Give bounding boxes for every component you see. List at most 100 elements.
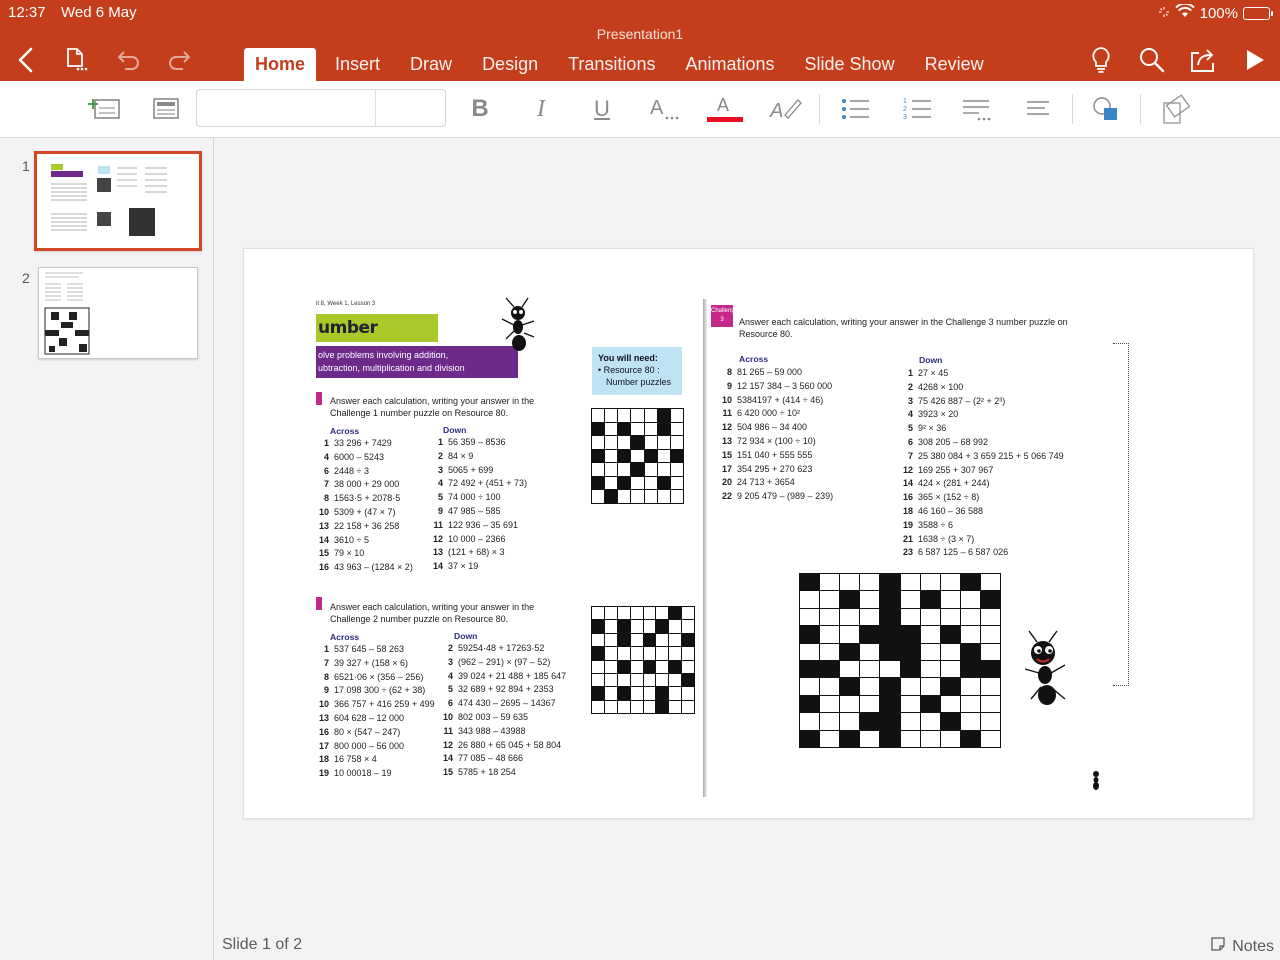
grid-cell xyxy=(604,620,617,633)
grid-cell xyxy=(860,678,880,695)
tab-animations[interactable]: Animations xyxy=(674,48,785,81)
layout-icon[interactable] xyxy=(146,90,186,128)
notes-button[interactable]: Notes xyxy=(1210,936,1274,957)
numbering-icon[interactable]: 123 xyxy=(896,90,936,128)
grid-cell xyxy=(980,608,1000,626)
grid-cell xyxy=(644,436,657,449)
challenge-3-intro: Answer each calculation, writing your an… xyxy=(739,316,1068,340)
grid-cell xyxy=(880,574,900,591)
tab-design[interactable]: Design xyxy=(471,48,549,81)
grid-cell xyxy=(669,673,682,687)
clue-text: 39 327 + (158 × 6) xyxy=(334,657,409,668)
clue-number: 4 xyxy=(907,409,913,420)
grid-cell xyxy=(670,409,683,422)
grid-cell xyxy=(669,620,682,633)
clue-item: 4 39 024 + 21 488 + 185 647 xyxy=(440,670,566,684)
slide-thumbnail-pane: 1 2 xyxy=(0,138,214,960)
c3-down-list: 1 27 × 45 2 4268 × 100 3 75 426 887 – (2² + 2… xyxy=(900,367,1064,560)
clue-text: 6000 – 5243 xyxy=(334,451,385,462)
clue-text: 9² × 36 xyxy=(918,423,947,434)
undo-icon[interactable] xyxy=(112,44,144,76)
italic-button[interactable]: I xyxy=(521,90,561,128)
ribbon-tabs: Home Insert Draw Design Transitions Anim… xyxy=(244,48,1003,81)
grid-cell xyxy=(960,660,980,678)
grid-cell xyxy=(960,678,980,695)
clue-text: 4268 × 100 xyxy=(918,381,964,392)
grid-cell xyxy=(960,626,980,643)
clue-text: 6521·06 × (356 – 256) xyxy=(334,671,424,682)
clue-item: 13 604 628 – 12 000 xyxy=(316,712,435,726)
clue-item: 8 81 265 – 59 000 xyxy=(719,366,833,380)
challenge-1-intro: Answer each calculation, writing your an… xyxy=(330,395,534,419)
tab-transitions[interactable]: Transitions xyxy=(557,48,666,81)
grid-cell xyxy=(617,673,630,687)
clue-item: 18 16 758 × 4 xyxy=(316,753,435,767)
underline-button[interactable]: U xyxy=(582,90,622,128)
share-icon[interactable] xyxy=(1187,44,1219,76)
battery-percent: 100% xyxy=(1199,4,1238,22)
grid-cell xyxy=(643,673,656,687)
format-painter-icon[interactable] xyxy=(1156,90,1196,128)
grid-cell xyxy=(644,463,657,476)
grid-cell xyxy=(630,647,643,660)
grid-cell xyxy=(592,449,605,463)
clue-text: 10 000 – 2366 xyxy=(448,533,506,544)
grid-cell xyxy=(960,695,980,713)
font-color-icon[interactable]: A xyxy=(704,90,744,128)
grid-cell xyxy=(980,695,1000,713)
grid-cell xyxy=(644,490,657,503)
highlight-icon[interactable]: A xyxy=(766,90,806,128)
grid-cell xyxy=(980,591,1000,608)
play-icon[interactable] xyxy=(1239,44,1271,76)
clue-text: 39 024 + 21 488 + 185 647 xyxy=(458,670,567,681)
bold-button[interactable]: B xyxy=(460,90,500,128)
grid-cell xyxy=(860,574,880,591)
file-icon[interactable] xyxy=(60,44,92,76)
grid-cell xyxy=(617,647,630,660)
clue-number: 20 xyxy=(721,477,732,488)
tab-draw[interactable]: Draw xyxy=(399,48,463,81)
back-icon[interactable] xyxy=(10,44,42,76)
grid-cell xyxy=(860,695,880,713)
grid-cell xyxy=(800,608,820,626)
clue-item: 16 43 963 – (1284 × 2) xyxy=(316,561,413,575)
clue-number: 2 xyxy=(437,450,443,461)
slide-thumbnail-1[interactable] xyxy=(34,151,202,251)
clue-text: 5785 + 18 254 xyxy=(458,767,516,778)
paragraph-spacing-icon[interactable] xyxy=(956,90,996,128)
grid-cell xyxy=(840,713,860,730)
clue-item: 13 (121 + 68) × 3 xyxy=(430,546,527,560)
clue-text: 151 040 + 555 555 xyxy=(737,449,813,460)
clue-item: 11 6 420 000 ÷ 10² xyxy=(719,407,833,421)
clue-number: 8 xyxy=(323,493,329,504)
clue-number: 16 xyxy=(318,726,329,737)
clue-text: 9 205 479 – (989 – 239) xyxy=(737,491,834,502)
grid-cell xyxy=(618,436,631,449)
align-left-icon[interactable] xyxy=(1018,90,1058,128)
text-effects-icon[interactable]: A xyxy=(644,90,684,128)
slide-canvas[interactable]: it 8, Week 1, Lesson 3 umber puzzles olv… xyxy=(244,249,1253,818)
need-line: • Resource 80 : xyxy=(598,365,660,375)
lightbulb-icon[interactable] xyxy=(1085,44,1117,76)
new-slide-icon[interactable] xyxy=(84,90,124,128)
dotted-bracket xyxy=(1113,343,1129,686)
slide-thumbnail-2[interactable] xyxy=(38,267,198,359)
clue-number: 13 xyxy=(318,712,329,723)
shapes-icon[interactable] xyxy=(1086,90,1126,128)
tab-slide-show[interactable]: Slide Show xyxy=(794,48,906,81)
redo-icon[interactable] xyxy=(164,44,196,76)
ribbon-divider xyxy=(819,94,820,124)
grid-cell xyxy=(618,409,631,422)
tab-review[interactable]: Review xyxy=(914,48,995,81)
bullets-icon[interactable] xyxy=(834,90,874,128)
lesson-label: it 8, Week 1, Lesson 3 xyxy=(316,301,376,307)
search-icon[interactable] xyxy=(1136,44,1168,76)
c1-across-heading: Across xyxy=(330,426,360,436)
clue-text: 32 689 + 92 894 + 2353 xyxy=(458,684,554,695)
grid-cell xyxy=(800,730,820,747)
tab-insert[interactable]: Insert xyxy=(324,48,391,81)
font-selector[interactable] xyxy=(196,89,446,127)
clue-item: 10 366 757 + 416 259 + 499 xyxy=(316,698,435,712)
grid-cell xyxy=(643,607,656,620)
tab-home[interactable]: Home xyxy=(244,48,317,81)
